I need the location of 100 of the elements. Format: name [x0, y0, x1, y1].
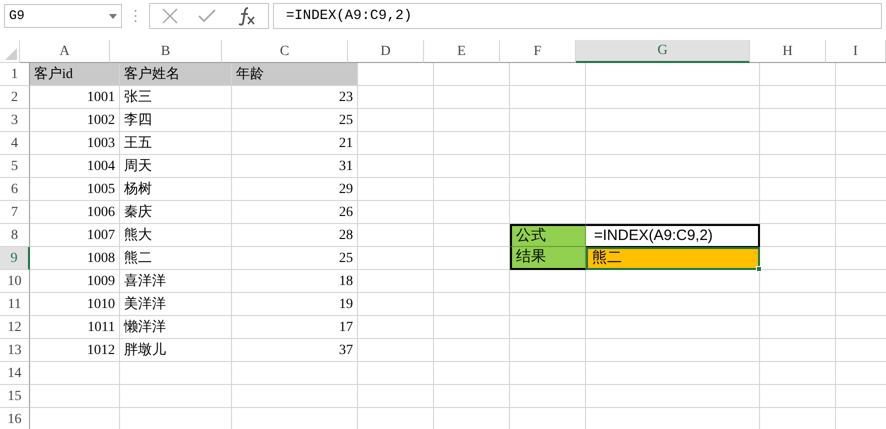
empty-cell[interactable]	[510, 132, 586, 155]
empty-cell[interactable]	[358, 224, 434, 247]
empty-cell[interactable]	[358, 109, 434, 132]
empty-cell[interactable]	[510, 178, 586, 201]
empty-cell[interactable]	[434, 339, 510, 362]
empty-cell[interactable]	[510, 316, 586, 339]
empty-cell[interactable]	[586, 155, 760, 178]
column-header[interactable]: I	[826, 40, 886, 63]
empty-cell[interactable]	[586, 339, 760, 362]
empty-cell[interactable]	[510, 362, 586, 385]
empty-cell[interactable]	[586, 178, 760, 201]
empty-cell[interactable]	[434, 132, 510, 155]
empty-cell[interactable]	[434, 201, 510, 224]
empty-cell[interactable]	[760, 63, 836, 86]
row-header[interactable]: 16	[0, 408, 30, 429]
empty-cell[interactable]	[760, 109, 836, 132]
empty-cell[interactable]	[120, 385, 232, 408]
row-header[interactable]: 4	[0, 132, 30, 155]
empty-cell[interactable]	[760, 270, 836, 293]
empty-cell[interactable]	[760, 362, 836, 385]
empty-cell[interactable]	[510, 63, 586, 86]
row-header[interactable]: 10	[0, 270, 30, 293]
empty-cell[interactable]	[358, 132, 434, 155]
empty-cell[interactable]	[232, 385, 358, 408]
empty-cell[interactable]	[510, 86, 586, 109]
check-icon[interactable]	[198, 9, 216, 23]
empty-cell[interactable]	[358, 155, 434, 178]
table-cell: 19	[232, 293, 358, 316]
empty-cell[interactable]	[760, 339, 836, 362]
empty-cell[interactable]	[358, 339, 434, 362]
empty-cell[interactable]	[510, 385, 586, 408]
empty-cell[interactable]	[358, 86, 434, 109]
column-header[interactable]: H	[750, 40, 826, 63]
empty-cell[interactable]	[434, 293, 510, 316]
empty-cell[interactable]	[586, 316, 760, 339]
empty-cell[interactable]	[760, 385, 836, 408]
row-header[interactable]: 7	[0, 201, 30, 224]
empty-cell[interactable]	[586, 270, 760, 293]
name-box[interactable]: G9	[4, 4, 122, 28]
row-header[interactable]: 12	[0, 316, 30, 339]
empty-cell[interactable]	[434, 270, 510, 293]
empty-cell[interactable]	[434, 178, 510, 201]
empty-cell[interactable]	[760, 132, 836, 155]
empty-cell[interactable]	[760, 178, 836, 201]
table-cell[interactable]: 熊二	[586, 247, 760, 270]
empty-cell[interactable]	[434, 86, 510, 109]
empty-cell[interactable]	[586, 385, 760, 408]
empty-cell[interactable]	[760, 155, 836, 178]
empty-cell[interactable]	[510, 339, 586, 362]
row-header[interactable]: 6	[0, 178, 30, 201]
close-icon[interactable]	[162, 8, 178, 24]
empty-cell[interactable]	[232, 362, 358, 385]
row-header[interactable]: 14	[0, 362, 30, 385]
select-all-icon[interactable]	[5, 48, 17, 60]
column-header[interactable]: G	[576, 40, 750, 63]
empty-cell[interactable]	[120, 362, 232, 385]
empty-cell[interactable]	[358, 293, 434, 316]
empty-cell[interactable]	[586, 109, 760, 132]
empty-cell[interactable]	[586, 293, 760, 316]
empty-cell[interactable]	[434, 63, 510, 86]
row-header[interactable]: 2	[0, 86, 30, 109]
row-header[interactable]: 11	[0, 293, 30, 316]
empty-cell[interactable]	[586, 362, 760, 385]
function-icon[interactable]	[236, 6, 256, 26]
empty-cell[interactable]	[510, 155, 586, 178]
empty-cell[interactable]	[510, 293, 586, 316]
row-header[interactable]: 3	[0, 109, 30, 132]
empty-cell[interactable]	[358, 270, 434, 293]
empty-cell[interactable]	[434, 155, 510, 178]
empty-cell[interactable]	[358, 247, 434, 270]
table-cell[interactable]: =INDEX(A9:C9,2)	[586, 224, 760, 247]
empty-cell[interactable]	[586, 86, 760, 109]
empty-cell[interactable]	[358, 385, 434, 408]
empty-cell[interactable]	[586, 132, 760, 155]
column-header[interactable]: D	[348, 40, 424, 63]
empty-cell[interactable]	[434, 385, 510, 408]
empty-cell[interactable]	[30, 385, 120, 408]
empty-cell[interactable]	[760, 316, 836, 339]
empty-cell[interactable]	[510, 270, 586, 293]
fill-handle[interactable]	[756, 266, 762, 272]
row-header[interactable]: 9	[0, 247, 30, 270]
formula-bar[interactable]: =INDEX(A9:C9,2)	[273, 3, 882, 29]
column-header[interactable]: E	[424, 40, 500, 63]
empty-cell[interactable]	[358, 178, 434, 201]
empty-cell[interactable]	[586, 63, 760, 86]
row-header[interactable]: 5	[0, 155, 30, 178]
empty-cell[interactable]	[510, 109, 586, 132]
empty-cell[interactable]	[358, 362, 434, 385]
empty-cell[interactable]	[358, 201, 434, 224]
empty-cell[interactable]	[434, 362, 510, 385]
empty-cell[interactable]	[760, 293, 836, 316]
empty-cell[interactable]	[760, 86, 836, 109]
empty-cell[interactable]	[434, 316, 510, 339]
caret-icon[interactable]	[109, 14, 117, 18]
row-header[interactable]: 13	[0, 339, 30, 362]
empty-cell[interactable]	[358, 316, 434, 339]
row-header[interactable]: 15	[0, 385, 30, 408]
empty-cell[interactable]	[434, 109, 510, 132]
empty-cell[interactable]	[760, 201, 836, 224]
empty-cell[interactable]	[30, 362, 120, 385]
